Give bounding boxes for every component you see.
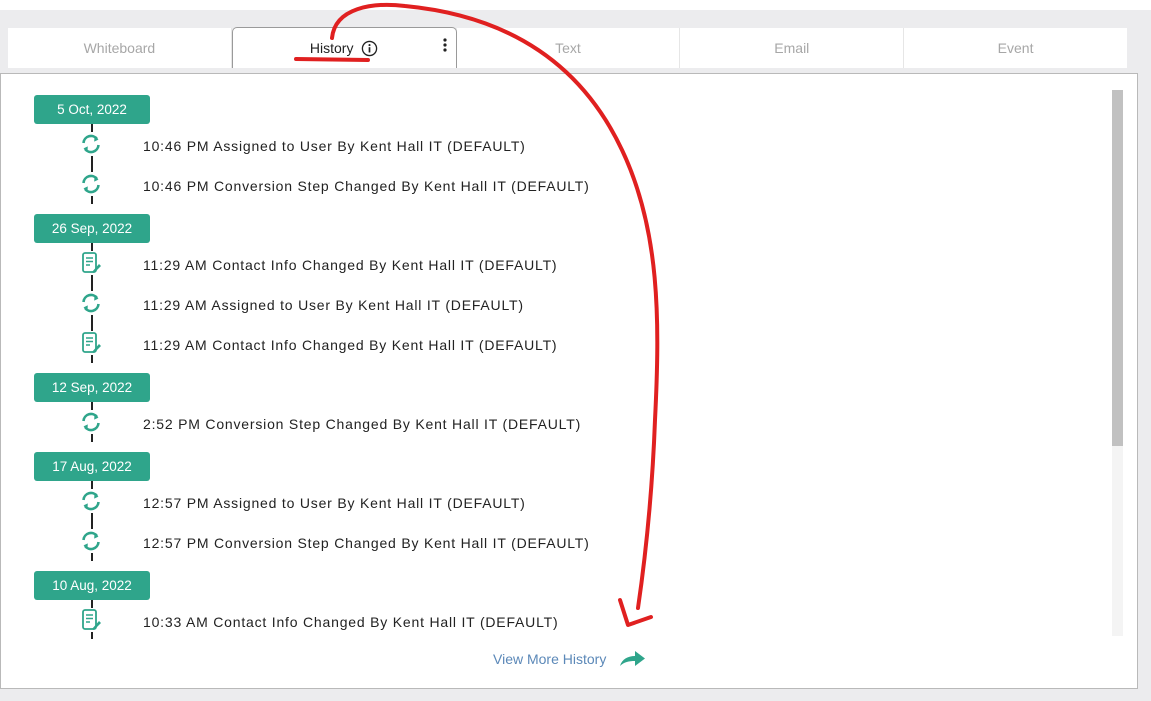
history-event-text: 11:29 AM Assigned to User By Kent Hall I… <box>143 297 524 313</box>
sync-icon <box>79 291 103 315</box>
history-event-text: 11:29 AM Contact Info Changed By Kent Ha… <box>143 257 558 273</box>
history-event-text: 12:57 PM Assigned to User By Kent Hall I… <box>143 495 526 511</box>
tab-label: Event <box>997 40 1034 56</box>
sync-icon <box>79 410 103 434</box>
kebab-menu-icon[interactable] <box>442 38 447 52</box>
tab-label: Email <box>774 40 810 56</box>
scrollbar-thumb[interactable] <box>1112 90 1123 446</box>
tab-label: Text <box>555 40 581 56</box>
history-event-text: 10:33 AM Contact Info Changed By Kent Ha… <box>143 614 559 630</box>
view-more-history-link[interactable]: View More History <box>493 650 646 668</box>
date-badge: 17 Aug, 2022 <box>34 452 150 481</box>
history-event-text: 10:46 PM Conversion Step Changed By Kent… <box>143 178 590 194</box>
history-event-text: 2:52 PM Conversion Step Changed By Kent … <box>143 416 582 432</box>
history-panel: 5 Oct, 2022 10:46 PM Assigned to User By … <box>0 73 1138 689</box>
date-badge: 10 Aug, 2022 <box>34 571 150 600</box>
tab-text[interactable]: Text <box>456 28 681 68</box>
date-badge: 12 Sep, 2022 <box>34 373 150 402</box>
document-edit-icon <box>79 331 103 355</box>
tab-label: History <box>309 40 354 56</box>
history-timeline: 5 Oct, 2022 10:46 PM Assigned to User By … <box>1 74 1109 639</box>
sync-icon <box>79 132 103 156</box>
info-icon[interactable] <box>361 40 378 57</box>
date-badge: 26 Sep, 2022 <box>34 214 150 243</box>
sync-icon <box>79 489 103 513</box>
tab-whiteboard[interactable]: Whiteboard <box>8 28 232 68</box>
sync-icon <box>79 172 103 196</box>
tab-bar: Whiteboard History Text Email Event <box>8 27 1127 68</box>
forward-arrow-icon[interactable] <box>618 650 646 668</box>
tab-event[interactable]: Event <box>904 28 1127 68</box>
tab-history[interactable]: History <box>231 27 457 68</box>
scrollbar-track[interactable] <box>1112 90 1123 636</box>
history-event-text: 12:57 PM Conversion Step Changed By Kent… <box>143 535 590 551</box>
view-more-label[interactable]: View More History <box>493 651 606 667</box>
history-event-text: 10:46 PM Assigned to User By Kent Hall I… <box>143 138 526 154</box>
history-event-text: 11:29 AM Contact Info Changed By Kent Ha… <box>143 337 558 353</box>
date-badge: 5 Oct, 2022 <box>34 95 150 124</box>
document-edit-icon <box>79 251 103 275</box>
sync-icon <box>79 529 103 553</box>
tab-email[interactable]: Email <box>680 28 905 68</box>
document-edit-icon <box>79 608 103 632</box>
tab-label: Whiteboard <box>83 40 156 56</box>
top-band <box>0 0 1151 10</box>
